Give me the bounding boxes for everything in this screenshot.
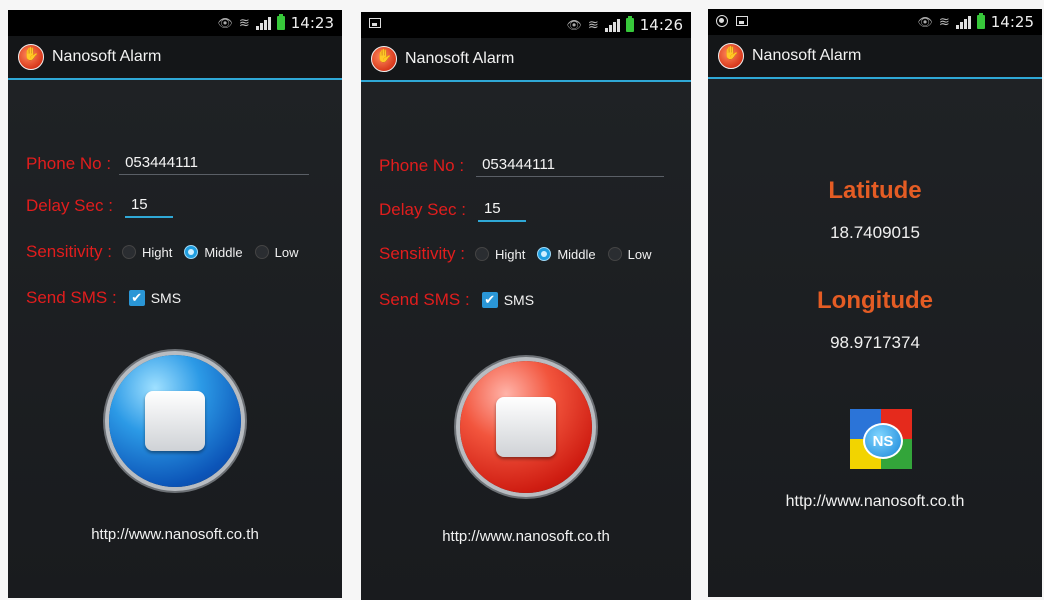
sms-row: Send SMS : ✔ SMS (26, 288, 181, 308)
sensitivity-radio-group: Hight Middle Low (121, 244, 305, 260)
radio-middle[interactable] (184, 245, 199, 259)
gps-icon (716, 15, 728, 27)
radio-hight-label: Hight (494, 246, 526, 262)
status-icons: 👁 ≋ 14:26 (567, 16, 683, 34)
status-icons: 👁 ≋ 14:25 (918, 13, 1034, 31)
signal-icon (255, 16, 271, 30)
website-link[interactable]: http://www.nanosoft.co.th (8, 526, 342, 543)
longitude-value: 98.9717374 (830, 333, 920, 352)
phone-row: Phone No : 053444111 (26, 152, 310, 175)
action-bar: Nanosoft Alarm (708, 35, 1042, 79)
status-icons: 👁 ≋ 14:23 (218, 14, 334, 32)
delay-row: Delay Sec : 15 (379, 198, 526, 222)
app-title: Nanosoft Alarm (752, 47, 862, 64)
status-bar: 👁 ≋ 14:23 (8, 10, 342, 36)
clock: 14:23 (290, 14, 334, 32)
nanosoft-logo: NS (850, 409, 912, 469)
status-bar: 👁 ≋ 14:25 (708, 9, 1042, 35)
radio-low[interactable] (254, 245, 269, 259)
sensitivity-radio-group: Hight Middle Low (474, 246, 658, 262)
sms-checkbox-label: SMS (503, 292, 535, 308)
wifi-icon: ≋ (938, 14, 950, 30)
phone-row: Phone No : 053444111 (379, 154, 665, 177)
radio-middle-label: Middle (557, 246, 596, 262)
phone-screen-2: 👁 ≋ 14:26 Nanosoft Alarm Phone No : 0534… (361, 12, 691, 600)
sms-row: Send SMS : ✔ SMS (379, 290, 534, 310)
stop-button[interactable] (460, 361, 592, 493)
sensitivity-label: Sensitivity : (26, 242, 112, 261)
phone-input[interactable]: 053444111 (119, 152, 310, 175)
radio-low-label: Low (274, 244, 299, 260)
radio-hight[interactable] (121, 245, 136, 259)
signal-icon (604, 18, 620, 32)
app-logo-icon[interactable] (18, 44, 44, 70)
stop-icon (145, 391, 205, 451)
delay-label: Delay Sec : (379, 200, 466, 219)
logo-text: NS (863, 423, 903, 459)
action-bar: Nanosoft Alarm (8, 36, 342, 80)
app-title: Nanosoft Alarm (405, 50, 515, 67)
sms-checkbox[interactable]: ✔ (128, 290, 145, 306)
website-link[interactable]: http://www.nanosoft.co.th (361, 528, 691, 545)
radio-middle[interactable] (537, 247, 552, 261)
stop-button[interactable] (109, 355, 241, 487)
delay-input[interactable]: 15 (124, 194, 173, 218)
app-logo-icon[interactable] (371, 46, 397, 72)
radio-middle-label: Middle (204, 244, 243, 260)
status-bar: 👁 ≋ 14:26 (361, 12, 691, 38)
longitude-heading: Longitude (817, 287, 933, 314)
radio-hight-label: Hight (141, 244, 173, 260)
clock: 14:25 (990, 13, 1034, 31)
latitude-value: 18.7409015 (830, 223, 920, 242)
website-link[interactable]: http://www.nanosoft.co.th (708, 493, 1042, 511)
radio-low-label: Low (627, 246, 652, 262)
delay-label: Delay Sec : (26, 196, 113, 215)
battery-icon (625, 16, 634, 32)
sms-label: Send SMS : (26, 288, 117, 307)
app-logo-icon[interactable] (718, 43, 744, 69)
notification-icons (716, 15, 748, 27)
phone-label: Phone No : (26, 153, 112, 173)
sensitivity-label: Sensitivity : (379, 244, 465, 263)
radio-hight[interactable] (474, 247, 489, 261)
wifi-icon: ≋ (587, 17, 599, 33)
sensitivity-row: Sensitivity : Hight Middle Low (379, 244, 658, 264)
stop-icon (496, 397, 556, 457)
main-content: Latitude 18.7409015 Longitude 98.9717374… (708, 79, 1042, 597)
main-content: Phone No : 053444111 Delay Sec : 15 Sens… (8, 80, 342, 598)
phone-screen-3: 👁 ≋ 14:25 Nanosoft Alarm Latitude 18.740… (708, 9, 1042, 597)
phone-input[interactable]: 053444111 (476, 154, 665, 177)
latitude-heading: Latitude (828, 177, 922, 204)
sms-checkbox[interactable]: ✔ (481, 292, 498, 308)
smart-stay-icon: 👁 (217, 16, 233, 30)
image-notification-icon (369, 18, 381, 28)
delay-row: Delay Sec : 15 (26, 194, 173, 218)
phone-label: Phone No : (379, 155, 465, 175)
image-notification-icon (736, 16, 748, 26)
phone-screen-1: 👁 ≋ 14:23 Nanosoft Alarm Phone No : 0534… (8, 10, 342, 598)
sms-checkbox-label: SMS (150, 290, 182, 306)
signal-icon (955, 15, 971, 29)
smart-stay-icon: 👁 (917, 15, 933, 29)
radio-low[interactable] (607, 247, 622, 261)
smart-stay-icon: 👁 (566, 18, 582, 32)
clock: 14:26 (639, 16, 683, 34)
battery-icon (976, 13, 985, 29)
delay-input[interactable]: 15 (477, 198, 526, 222)
sensitivity-row: Sensitivity : Hight Middle Low (26, 242, 305, 262)
main-content: Phone No : 053444111 Delay Sec : 15 Sens… (361, 82, 691, 600)
wifi-icon: ≋ (238, 15, 250, 31)
app-title: Nanosoft Alarm (52, 48, 162, 65)
sms-label: Send SMS : (379, 290, 470, 309)
battery-icon (276, 14, 285, 30)
notification-icons (369, 18, 381, 28)
action-bar: Nanosoft Alarm (361, 38, 691, 82)
